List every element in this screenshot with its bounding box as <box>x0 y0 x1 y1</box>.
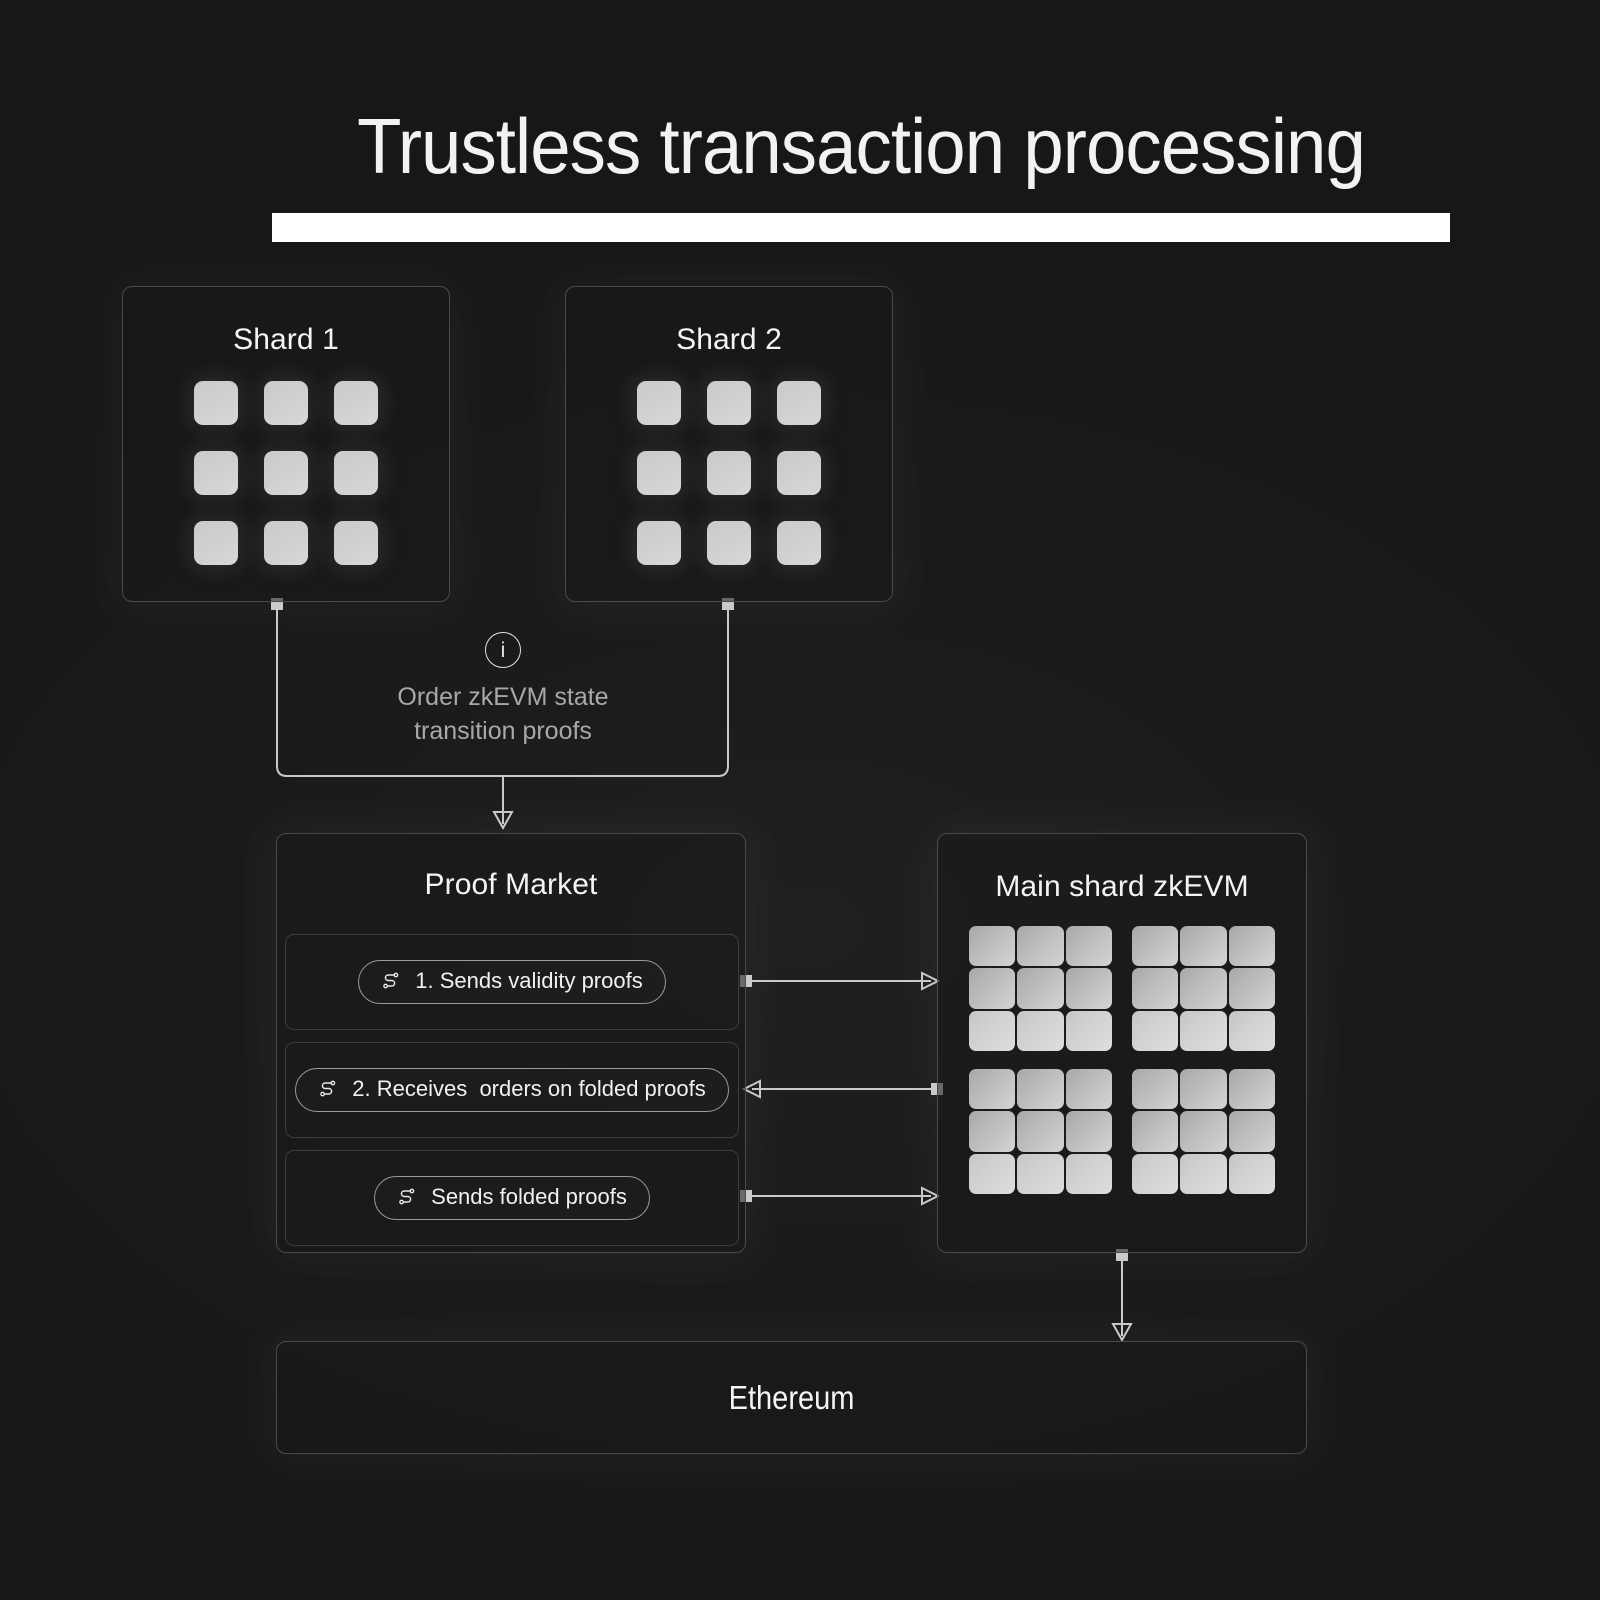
zkevm-tile <box>1017 1153 1064 1194</box>
shard-tile <box>264 451 308 495</box>
zkevm-tile <box>1132 1010 1179 1051</box>
shard-2-tile-grid <box>637 381 821 565</box>
zkevm-tile <box>1065 1069 1112 1110</box>
title-underline-bar <box>272 213 1450 242</box>
zkevm-tile <box>969 968 1016 1009</box>
shard-tile <box>707 381 751 425</box>
zkevm-tile <box>1228 968 1275 1009</box>
shard-1-title: Shard 1 <box>233 323 339 356</box>
zkevm-tile <box>1065 1153 1112 1194</box>
zkevm-tile <box>1180 1111 1227 1152</box>
zkevm-tile <box>969 1010 1016 1051</box>
proof-market-step-3-pill[interactable]: Sends folded proofs <box>374 1176 650 1220</box>
zkevm-tile <box>1017 1111 1064 1152</box>
shard-2-card[interactable]: Shard 2 <box>565 286 893 602</box>
shard-tile <box>637 381 681 425</box>
ethereum-title: Ethereum <box>728 1378 855 1416</box>
proof-market-card[interactable]: Proof Market 1. Sends validity proofs 2.… <box>276 833 746 1253</box>
main-shard-zkevm-card[interactable]: Main shard zkEVM <box>937 833 1307 1253</box>
page-title: Trustless transaction processing <box>357 102 1366 190</box>
zkevm-tile <box>1180 1010 1227 1051</box>
proof-market-step-1-label: 1. Sends validity proofs <box>415 968 643 993</box>
zkevm-block <box>1132 1069 1275 1194</box>
zkevm-tile <box>1228 926 1275 967</box>
ethereum-card[interactable]: Ethereum <box>276 1341 1307 1454</box>
connector-annotation: i Order zkEVM state transition proofs <box>383 632 623 748</box>
proof-market-step-2-slot[interactable]: 2. Receives orders on folded proofs <box>285 1042 739 1138</box>
zkevm-tile <box>1228 1153 1275 1194</box>
shard-tile <box>637 451 681 495</box>
zkevm-tile <box>969 926 1016 967</box>
zkevm-tile <box>1065 1111 1112 1152</box>
route-path-icon <box>399 1188 415 1205</box>
shard-tile <box>194 521 238 565</box>
main-shard-block-grid <box>969 926 1275 1194</box>
shard-1-tile-grid <box>194 381 378 565</box>
zkevm-tile <box>1228 1111 1275 1152</box>
proof-market-step-2-label: 2. Receives orders on folded proofs <box>352 1076 706 1101</box>
zkevm-tile <box>1065 968 1112 1009</box>
proof-market-step-3-label: Sends folded proofs <box>431 1184 627 1209</box>
proof-market-step-1-slot[interactable]: 1. Sends validity proofs <box>285 934 739 1030</box>
shard-tile <box>264 521 308 565</box>
page-title-block: Trustless transaction processing <box>272 100 1450 242</box>
shard-tile <box>334 381 378 425</box>
info-circle-icon: i <box>485 632 521 668</box>
zkevm-tile <box>1180 968 1227 1009</box>
proof-market-step-3-slot[interactable]: Sends folded proofs <box>285 1150 739 1246</box>
shard-tile <box>334 521 378 565</box>
annotation-line-2: transition proofs <box>414 717 592 745</box>
zkevm-tile <box>969 1111 1016 1152</box>
zkevm-tile <box>1017 1069 1064 1110</box>
zkevm-tile <box>1180 1069 1227 1110</box>
zkevm-tile <box>1180 926 1227 967</box>
zkevm-tile <box>1065 926 1112 967</box>
route-path-icon <box>383 972 399 989</box>
zkevm-tile <box>969 1069 1016 1110</box>
zkevm-tile <box>969 1153 1016 1194</box>
zkevm-tile <box>1065 1010 1112 1051</box>
zkevm-block <box>1132 926 1275 1051</box>
shard-tile <box>707 521 751 565</box>
proof-market-step-1-pill[interactable]: 1. Sends validity proofs <box>358 960 666 1004</box>
zkevm-tile <box>1132 1111 1179 1152</box>
shard-tile <box>707 451 751 495</box>
shard-tile <box>194 451 238 495</box>
zkevm-tile <box>1132 1153 1179 1194</box>
route-path-icon <box>320 1080 336 1097</box>
zkevm-tile <box>1180 1153 1227 1194</box>
info-glyph: i <box>500 638 506 662</box>
zkevm-tile <box>1228 1010 1275 1051</box>
zkevm-tile <box>1017 1010 1064 1051</box>
zkevm-tile <box>1017 968 1064 1009</box>
proof-market-step-2-pill[interactable]: 2. Receives orders on folded proofs <box>295 1068 729 1112</box>
shard-tile <box>334 451 378 495</box>
zkevm-block <box>969 926 1112 1051</box>
main-shard-zkevm-title: Main shard zkEVM <box>995 870 1249 903</box>
shard-tile <box>777 521 821 565</box>
shard-tile <box>777 451 821 495</box>
shard-1-card[interactable]: Shard 1 <box>122 286 450 602</box>
annotation-line-1: Order zkEVM state <box>397 683 609 711</box>
shard-tile <box>637 521 681 565</box>
shard-tile <box>194 381 238 425</box>
zkevm-tile <box>1132 926 1179 967</box>
zkevm-tile <box>1132 1069 1179 1110</box>
zkevm-tile <box>1132 968 1179 1009</box>
zkevm-tile <box>1017 926 1064 967</box>
shard-tile <box>777 381 821 425</box>
proof-market-title: Proof Market <box>424 868 598 901</box>
shard-tile <box>264 381 308 425</box>
zkevm-tile <box>1228 1069 1275 1110</box>
shard-2-title: Shard 2 <box>676 323 782 356</box>
zkevm-block <box>969 1069 1112 1194</box>
